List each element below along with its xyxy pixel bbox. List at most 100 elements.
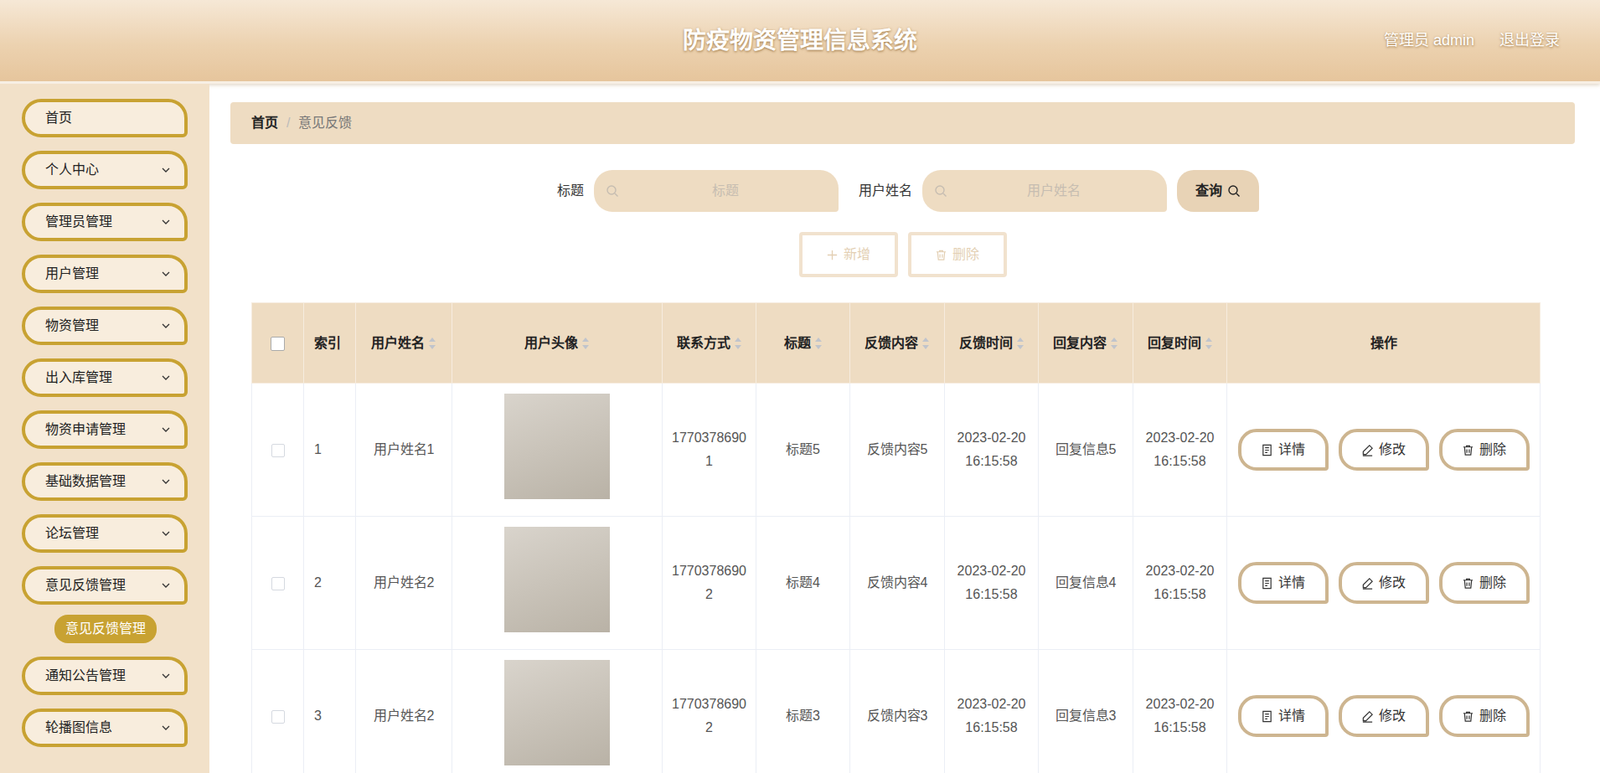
column-header[interactable]: 反馈时间 — [944, 303, 1039, 384]
admin-user[interactable]: 管理员 admin — [1383, 29, 1475, 52]
table-cell: 反馈内容3 — [850, 650, 945, 773]
sidebar-item[interactable]: 基础数据管理 — [21, 462, 188, 501]
search-label: 标题 — [557, 180, 584, 202]
sort-icon — [1109, 336, 1119, 351]
sidebar-item-label: 意见反馈管理 — [45, 575, 126, 596]
table-cell: 回复信息3 — [1038, 650, 1134, 773]
sort-icon — [1204, 336, 1213, 351]
search-icon — [934, 184, 948, 198]
sort-icon — [921, 336, 930, 351]
document-icon — [1260, 577, 1274, 590]
row-checkbox[interactable] — [271, 710, 285, 724]
delete-button[interactable]: 删除 — [908, 232, 1007, 278]
edit-button[interactable]: 修改 — [1338, 695, 1430, 738]
table-cell: 2023-02-20 16:15:58 — [1133, 650, 1228, 773]
detail-button[interactable]: 详情 — [1238, 562, 1329, 604]
row-checkbox[interactable] — [271, 577, 285, 591]
column-header[interactable]: 用户姓名 — [356, 303, 453, 384]
sidebar-item[interactable]: 意见反馈管理 — [21, 566, 188, 605]
sidebar-item[interactable]: 出入库管理 — [21, 358, 188, 398]
sidebar-item[interactable]: 论坛管理 — [21, 514, 188, 553]
column-header[interactable]: 用户头像 — [452, 303, 663, 384]
search-icon — [605, 184, 620, 198]
table-cell: 3 — [304, 650, 357, 773]
table-cell: 回复信息4 — [1038, 516, 1134, 651]
query-button[interactable]: 查询 — [1176, 170, 1260, 212]
sidebar-item[interactable]: 首页 — [21, 98, 188, 138]
app-title: 防疫物资管理信息系统 — [665, 23, 935, 59]
chevron-down-icon — [160, 320, 171, 331]
table-cell: 反馈内容4 — [850, 516, 945, 651]
pencil-icon — [1361, 443, 1374, 457]
sidebar-item-label: 通知公告管理 — [45, 665, 126, 687]
row-checkbox[interactable] — [271, 443, 285, 458]
column-header[interactable]: 回复内容 — [1038, 303, 1134, 384]
row-actions: 详情修改删除 — [1233, 695, 1533, 738]
sidebar-item-label: 物资申请管理 — [45, 419, 126, 440]
search-input[interactable] — [952, 180, 1156, 202]
delete-button[interactable]: 删除 — [1439, 428, 1530, 471]
table-cell: 标题3 — [756, 650, 851, 773]
sort-icon — [814, 336, 823, 351]
detail-button[interactable]: 详情 — [1238, 695, 1329, 738]
table-cell: 2023-02-20 16:15:58 — [944, 650, 1039, 773]
table-cell: 2023-02-20 16:15:58 — [1133, 516, 1228, 651]
trash-icon — [934, 248, 948, 262]
sidebar-item[interactable]: 物资管理 — [21, 306, 188, 346]
edit-button[interactable]: 修改 — [1338, 428, 1430, 471]
sidebar-item-label: 用户管理 — [45, 263, 99, 284]
pencil-icon — [1361, 710, 1374, 723]
sidebar-item[interactable]: 管理员管理 — [21, 202, 188, 242]
column-header[interactable]: 联系方式 — [662, 303, 757, 384]
sidebar-item[interactable]: 轮播图信息 — [21, 708, 188, 748]
action-bar: 新增删除 — [230, 232, 1575, 278]
search-input[interactable] — [624, 180, 827, 202]
header-user-area: 管理员 admin 退出登录 — [934, 29, 1600, 52]
plus-icon — [825, 248, 839, 262]
trash-icon — [1461, 577, 1475, 590]
search-label: 用户姓名 — [858, 180, 913, 202]
sidebar-item[interactable]: 个人中心 — [21, 150, 188, 190]
table-cell: 回复信息5 — [1038, 383, 1134, 517]
sidebar-item-label: 首页 — [45, 108, 73, 129]
document-icon — [1260, 710, 1274, 723]
delete-button[interactable]: 删除 — [1439, 695, 1530, 738]
search-field[interactable] — [922, 170, 1167, 212]
column-header[interactable]: 回复时间 — [1133, 303, 1228, 384]
select-all-checkbox[interactable] — [270, 336, 285, 351]
sidebar-subitem[interactable]: 意见反馈管理 — [54, 614, 157, 644]
sidebar-item[interactable]: 物资申请管理 — [21, 410, 188, 450]
column-header[interactable]: 标题 — [756, 303, 851, 384]
edit-button[interactable]: 修改 — [1338, 562, 1430, 604]
table-cell: 用户姓名2 — [356, 516, 453, 651]
table-row: 1用户姓名117703786901标题5反馈内容52023-02-20 16:1… — [252, 383, 1541, 517]
feedback-table: 索引用户姓名用户头像联系方式标题反馈内容反馈时间回复内容回复时间操作1用户姓名1… — [251, 302, 1541, 773]
chevron-down-icon — [160, 528, 171, 539]
avatar-photo — [504, 526, 610, 633]
table-cell: 2023-02-20 16:15:58 — [944, 383, 1039, 517]
add-button[interactable]: 新增 — [799, 232, 899, 278]
breadcrumb-item[interactable]: 首页 — [251, 113, 279, 134]
table-cell: 17703786902 — [662, 650, 757, 773]
table-cell: 2023-02-20 16:15:58 — [1133, 383, 1228, 517]
table-cell: 反馈内容5 — [850, 383, 945, 517]
sidebar: 首页个人中心管理员管理用户管理物资管理出入库管理物资申请管理基础数据管理论坛管理… — [0, 83, 210, 773]
search-field[interactable] — [593, 170, 839, 212]
sidebar-item[interactable]: 用户管理 — [21, 254, 188, 294]
table-cell: 2 — [304, 516, 357, 651]
search-icon — [1227, 184, 1241, 198]
sidebar-item[interactable]: 通知公告管理 — [21, 656, 188, 696]
logout-link[interactable]: 退出登录 — [1499, 29, 1560, 52]
column-header: 操作 — [1227, 303, 1541, 384]
table-cell: 17703786901 — [662, 383, 757, 517]
detail-button[interactable]: 详情 — [1238, 428, 1329, 471]
main-content: 首页/意见反馈标题用户姓名查询新增删除索引用户姓名用户头像联系方式标题反馈内容反… — [209, 83, 1600, 773]
trash-icon — [1461, 710, 1475, 723]
table-header-row: 索引用户姓名用户头像联系方式标题反馈内容反馈时间回复内容回复时间操作 — [252, 303, 1541, 384]
breadcrumb-separator: / — [286, 113, 290, 134]
delete-button[interactable]: 删除 — [1439, 562, 1530, 604]
chevron-down-icon — [160, 670, 171, 682]
chevron-down-icon — [160, 476, 171, 487]
column-header[interactable]: 反馈内容 — [850, 303, 945, 384]
chevron-down-icon — [160, 372, 171, 383]
